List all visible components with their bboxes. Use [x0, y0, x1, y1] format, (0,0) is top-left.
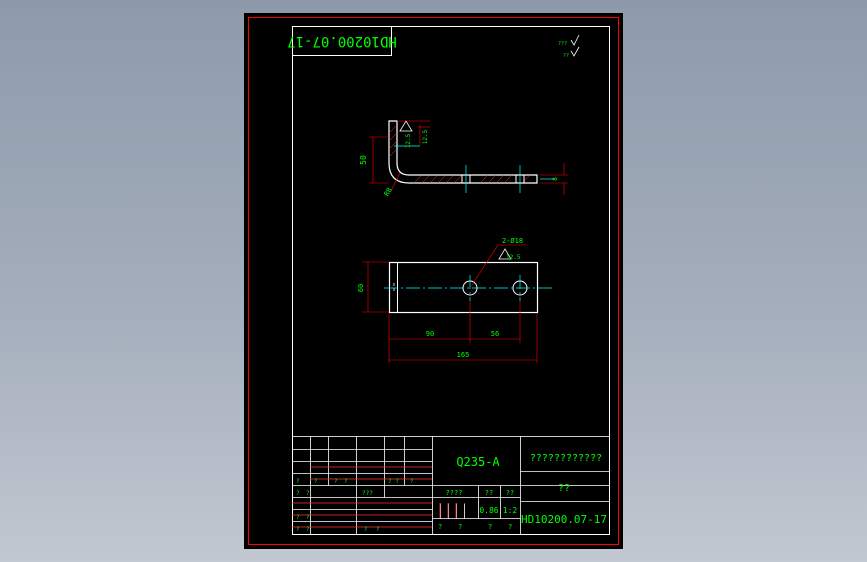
rev-cell: ?	[344, 478, 348, 485]
drawing-number-label: HD10200.07-17	[521, 513, 607, 526]
rev-cell: ?	[306, 490, 310, 497]
scale-value: 1:2	[503, 506, 518, 515]
hole-roughness-value: 12.5	[506, 254, 521, 261]
top-centerlines	[384, 275, 552, 301]
cad-drawing: HD10200.07-17 ??? ?? 50 R8 8 12.5 12.5 2…	[248, 17, 619, 545]
roughness-symbol-icon	[399, 120, 413, 132]
rotated-drawing-code: HD10200.07-17	[287, 33, 397, 49]
dim-width-label: 60	[357, 284, 365, 292]
roughness-legend-label-1: ???	[558, 41, 567, 47]
hole-edges	[461, 175, 525, 183]
dim-total-label: 165	[457, 351, 470, 359]
dim-thickness-label: 8	[552, 177, 559, 181]
hole-callout-leader	[471, 244, 526, 286]
dim-spacing-label: 56	[491, 330, 499, 338]
sheet-cell: ?	[508, 523, 512, 531]
rev-cell: ?	[296, 478, 300, 485]
top-view: 2-Ø18 12.5 60 90 56 165	[357, 237, 552, 363]
rev-cell: ?	[306, 514, 310, 521]
roughness-value: 12.5	[405, 133, 412, 148]
rotated-code-box: HD10200.07-17	[287, 26, 397, 56]
sheet-cell: ?	[488, 523, 492, 531]
roughness-check-icon-2	[570, 46, 580, 57]
rev-cell: ?	[376, 526, 380, 533]
rev-cell: ???	[362, 490, 373, 497]
material-label: Q235-A	[456, 455, 500, 469]
weight-value: 0.86	[479, 506, 498, 515]
sheet-cell: ?	[458, 523, 462, 531]
roughness-legend-label-2: ??	[563, 53, 569, 59]
rev-cell: ? ?	[388, 478, 399, 485]
drawing-viewport[interactable]: HD10200.07-17 ??? ?? 50 R8 8 12.5 12.5 2…	[244, 13, 623, 549]
scale-label: ??	[506, 489, 514, 497]
title-block-accents	[292, 466, 457, 528]
roughness-legend: ??? ??	[558, 34, 580, 59]
dim-height	[369, 136, 389, 184]
rev-cell: ?	[296, 514, 300, 521]
rev-cell: ?	[296, 526, 300, 533]
weight-label: ??	[485, 489, 493, 497]
rev-cell: ?	[410, 478, 414, 485]
hole-callout-label: 2-Ø18	[502, 237, 523, 245]
rev-cell: ?	[364, 526, 368, 533]
rev-cell: ?	[296, 490, 300, 497]
rev-cell: ?	[334, 478, 338, 485]
roughness-value-2: 12.5	[422, 129, 429, 144]
part-name-label: ??	[558, 483, 570, 494]
rev-cell: ?	[314, 478, 318, 485]
front-centerlines	[394, 145, 554, 193]
front-view: 50 R8 8 12.5 12.5	[359, 120, 568, 198]
dim-width	[362, 261, 389, 313]
dim-height-label: 50	[359, 155, 368, 165]
dim-hole1-label: 90	[426, 330, 434, 338]
company-label: ????????????	[530, 453, 602, 464]
section-hatch	[388, 124, 531, 184]
roughness-check-icon	[570, 34, 580, 46]
sheet-cell: ?	[438, 523, 442, 531]
stage-label: ????	[446, 489, 463, 497]
sheet-border	[248, 17, 619, 545]
rev-cell: ?	[306, 526, 310, 533]
